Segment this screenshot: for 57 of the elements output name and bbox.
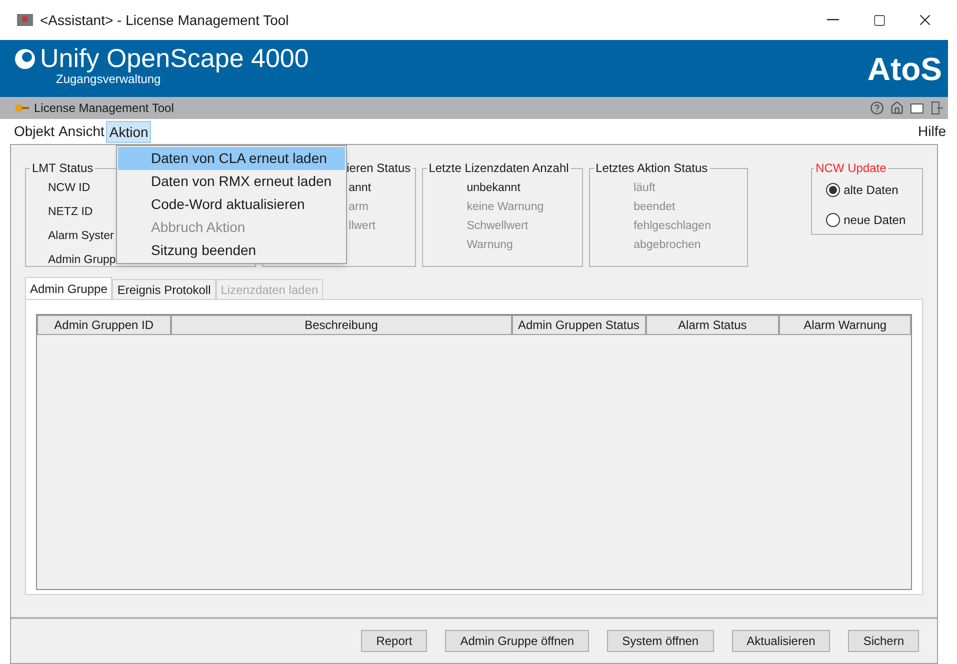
tab[interactable]: Ereignis Protokoll — [112, 279, 216, 299]
group-title: Letztes Aktion Status — [594, 160, 709, 177]
column-header[interactable]: Alarm Warnung — [779, 315, 912, 335]
menu-item[interactable]: Aktion — [106, 120, 152, 142]
key-icon — [14, 101, 30, 115]
dropdown-item[interactable]: Daten von RMX erneut laden — [118, 170, 345, 193]
column-header[interactable]: Alarm Status — [646, 315, 780, 335]
maximize-icon — [872, 14, 886, 26]
minimize-icon — [827, 19, 839, 21]
status-label: Alarm Syster — [48, 229, 114, 244]
status-label: NCW ID — [48, 181, 90, 196]
status-label: fehlgeschlagen — [634, 219, 711, 234]
column-header[interactable]: Admin Gruppen Status — [512, 315, 646, 335]
group-title: LMT Status — [31, 160, 94, 177]
column-header[interactable]: Admin Gruppen ID — [37, 315, 171, 335]
app-icon — [16, 11, 34, 29]
status-label: unbekannt — [466, 181, 520, 196]
status-label: beendet — [634, 200, 676, 215]
radio-option[interactable]: neue Daten — [826, 211, 922, 229]
status-label: keine Warnung — [466, 200, 544, 215]
status-label: Admin Grupp — [48, 253, 116, 268]
status-label: Schwellwert — [466, 219, 528, 234]
status-label: läuft — [634, 181, 656, 196]
tab[interactable]: Admin Gruppe — [25, 277, 112, 299]
group-title: ieren Status — [346, 160, 412, 177]
logo-icon — [14, 48, 36, 70]
banner-subtitle: Zugangsverwaltung — [56, 72, 161, 86]
radio-option[interactable]: alte Daten — [826, 181, 922, 199]
radio-button[interactable] — [826, 183, 840, 197]
group-title: Letzte Lizenzdaten Anzahl — [428, 160, 570, 177]
menu-item[interactable]: Objekt — [12, 120, 56, 142]
product-name: Unify OpenScape 4000 — [40, 44, 309, 72]
menu-item[interactable]: Ansicht — [56, 120, 106, 142]
brand-logo: AtoS — [867, 50, 942, 88]
dropdown-item[interactable]: Code-Word aktualisieren — [118, 193, 345, 216]
status-label: NETZ ID — [48, 205, 93, 220]
exit-icon[interactable] — [930, 101, 944, 115]
status-label: llwert — [348, 219, 376, 234]
action-button[interactable]: System öffnen — [607, 630, 714, 652]
dropdown-item[interactable]: Daten von CLA erneut laden — [118, 147, 345, 170]
status-label: abgebrochen — [634, 238, 701, 253]
action-button[interactable]: Aktualisieren — [732, 630, 830, 652]
help-menu[interactable]: Hilfe — [918, 121, 946, 142]
group-title: NCW Update — [814, 160, 888, 177]
action-button[interactable]: Sichern — [848, 630, 919, 652]
home-icon[interactable] — [890, 101, 904, 115]
status-label: annt — [348, 181, 372, 196]
status-label: arm — [348, 200, 368, 215]
status-label: Warnung — [466, 238, 513, 253]
dropdown-item[interactable]: Sitzung beenden — [118, 239, 345, 262]
tool-title: License Management Tool — [34, 100, 174, 117]
help-icon[interactable] — [870, 101, 884, 115]
column-header[interactable]: Beschreibung — [170, 315, 512, 335]
action-button[interactable]: Admin Gruppe öffnen — [445, 630, 590, 652]
window-title: <Assistant> - License Management Tool — [40, 10, 289, 30]
action-button[interactable]: Report — [361, 630, 428, 652]
radio-button[interactable] — [826, 213, 840, 227]
